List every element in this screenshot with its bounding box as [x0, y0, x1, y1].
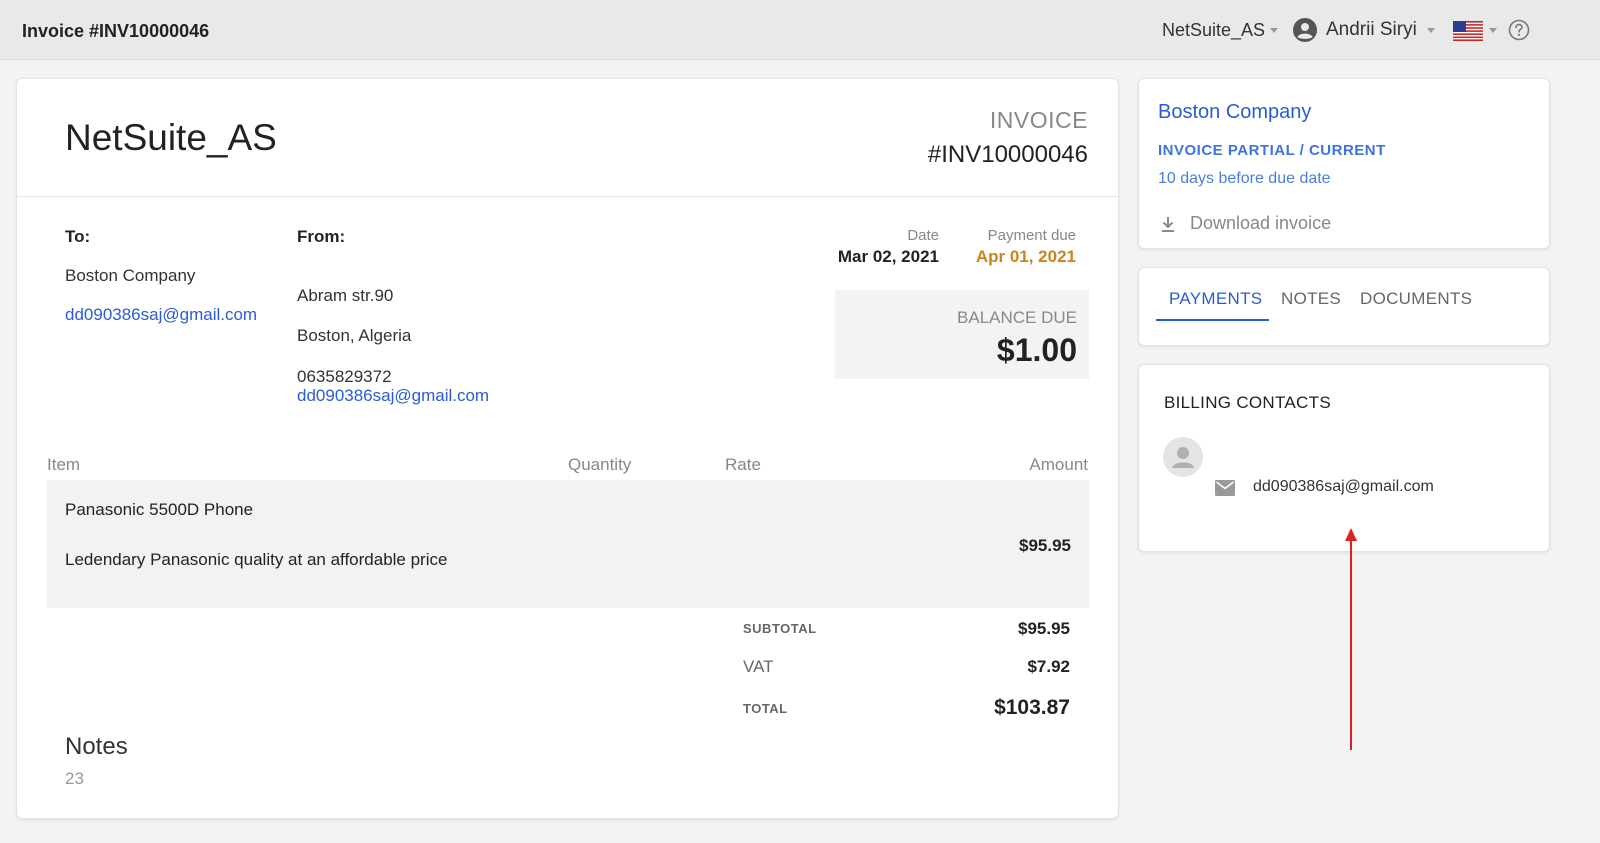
page-title: Invoice #INV10000046 [22, 21, 210, 41]
invoice-label: INVOICE [989, 107, 1088, 133]
avatar [1163, 437, 1203, 477]
total-value: $103.87 [994, 696, 1070, 719]
subtotal-label: SUBTOTAL [743, 621, 817, 636]
from-phone: 0635829372 [297, 367, 392, 386]
tab-documents[interactable]: DOCUMENTS [1360, 289, 1472, 309]
invoice-summary-card: Boston Company INVOICE PARTIAL / CURRENT… [1138, 78, 1550, 249]
total-label: TOTAL [743, 701, 788, 716]
top-bar: Invoice #INV10000046 NetSuite_AS Andrii … [0, 0, 1600, 60]
download-icon[interactable] [1159, 215, 1177, 233]
item-description: Ledendary Panasonic quality at an afford… [65, 550, 448, 569]
account-circle-icon[interactable] [1293, 18, 1317, 42]
from-address-line2: Boston, Algeria [297, 326, 412, 345]
notes-title: Notes [65, 733, 128, 760]
invoice-company-name: NetSuite_AS [65, 117, 277, 158]
payment-due-value: Apr 01, 2021 [975, 247, 1076, 266]
mail-icon [1215, 480, 1235, 496]
vat-label: VAT [743, 657, 774, 676]
from-address-line1: Abram str.90 [297, 286, 394, 305]
tab-notes[interactable]: NOTES [1281, 289, 1341, 309]
vat-value: $7.92 [1027, 657, 1070, 676]
contact-email: dd090386saj@gmail.com [1253, 478, 1434, 495]
person-icon [1172, 447, 1194, 468]
balance-due-label: BALANCE DUE [957, 308, 1077, 327]
item-amount: $95.95 [1019, 536, 1071, 555]
billing-contacts-card: BILLING CONTACTS dd090386saj@gmail.com [1138, 364, 1550, 552]
chevron-down-icon[interactable] [1270, 28, 1278, 33]
to-name: Boston Company [65, 266, 196, 285]
from-label: From: [297, 227, 346, 246]
user-menu[interactable]: Andrii Siryi [1326, 19, 1417, 41]
tabs-card: PAYMENTS NOTES DOCUMENTS [1138, 267, 1550, 346]
chevron-down-icon[interactable] [1489, 28, 1497, 33]
subtotal-value: $95.95 [1018, 619, 1070, 638]
help-circle-icon[interactable] [1508, 19, 1530, 41]
invoice-status: INVOICE PARTIAL / CURRENT [1158, 142, 1386, 159]
customer-name-link[interactable]: Boston Company [1158, 101, 1311, 124]
notes-value: 23 [65, 769, 84, 788]
date-label: Date [907, 227, 939, 244]
from-email-link[interactable]: dd090386saj@gmail.com [297, 386, 489, 406]
annotation-arrow-icon [1345, 528, 1357, 750]
item-name: Panasonic 5500D Phone [65, 500, 254, 519]
due-info: 10 days before due date [1158, 170, 1331, 187]
us-flag-icon[interactable] [1453, 21, 1483, 41]
balance-due-amount: $1.00 [996, 332, 1077, 368]
payment-due-label: Payment due [987, 227, 1076, 244]
date-value: Mar 02, 2021 [837, 247, 939, 266]
column-header-item: Item [47, 455, 81, 474]
to-email-link[interactable]: dd090386saj@gmail.com [65, 305, 257, 325]
divider [17, 196, 1118, 197]
to-label: To: [65, 227, 91, 246]
column-header-amount: Amount [1029, 455, 1088, 474]
chevron-down-icon[interactable] [1427, 28, 1435, 33]
active-tab-indicator [1156, 319, 1269, 321]
balance-due-box: BALANCE DUE $1.00 [835, 290, 1089, 379]
column-header-quantity: Quantity [568, 455, 632, 474]
download-invoice-button[interactable]: Download invoice [1190, 213, 1331, 234]
column-header-rate: Rate [725, 455, 761, 474]
invoice-card: NetSuite_AS INVOICE #INV10000046 To: Bos… [16, 78, 1119, 819]
invoice-number: #INV10000046 [927, 141, 1088, 168]
billing-contacts-title: BILLING CONTACTS [1164, 393, 1331, 412]
tab-payments[interactable]: PAYMENTS [1169, 289, 1262, 309]
table-row: Panasonic 5500D Phone Ledendary Panasoni… [47, 480, 1089, 608]
company-selector[interactable]: NetSuite_AS [1162, 20, 1265, 41]
